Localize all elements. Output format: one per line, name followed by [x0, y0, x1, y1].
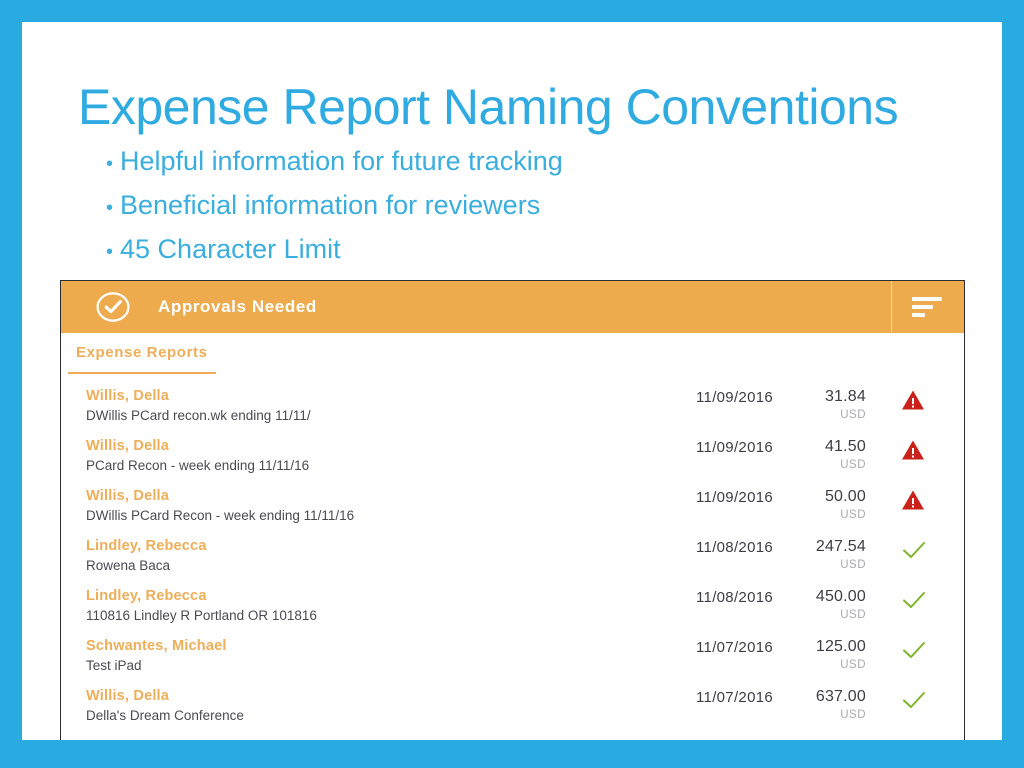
bullet-item-1: • Helpful information for future trackin…: [106, 148, 926, 175]
bullet-text-2: Beneficial information for reviewers: [120, 190, 541, 220]
row-currency: USD: [840, 659, 866, 671]
approvals-app-screenshot: Approvals Needed Expense Reports Willis,…: [60, 280, 965, 740]
row-amount: 41.50: [824, 438, 866, 455]
bullet-item-2: • Beneficial information for reviewers: [106, 192, 926, 219]
slide-content-area: Expense Report Naming Conventions • Help…: [22, 22, 1002, 740]
row-status-badge: [901, 439, 935, 469]
tab-expense-reports[interactable]: Expense Reports: [68, 344, 216, 374]
row-currency: USD: [840, 459, 866, 471]
tab-strip: Expense Reports: [61, 333, 964, 381]
row-amount: 31.84: [824, 388, 866, 405]
bullet-item-3: • 45 Character Limit: [106, 236, 926, 263]
bullet-marker-icon: •: [106, 197, 114, 219]
table-row[interactable]: Willis, Della DWillis PCard Recon - week…: [61, 483, 964, 533]
row-amount: 50.00: [824, 488, 866, 505]
row-currency: USD: [840, 409, 866, 421]
filter-lines-icon[interactable]: [912, 297, 946, 317]
header-divider: [890, 281, 892, 333]
warning-triangle-icon: [902, 440, 924, 460]
bullet-text-3: 45 Character Limit: [120, 234, 341, 264]
row-amount: 450.00: [815, 588, 866, 605]
check-mark-icon: [903, 542, 925, 558]
row-status-badge: [901, 639, 935, 669]
bullet-list: • Helpful information for future trackin…: [106, 148, 926, 280]
table-row[interactable]: Schwantes, Michael Test iPad 11/07/2016 …: [61, 633, 964, 683]
table-row[interactable]: Lindley, Rebecca Rowena Baca 11/08/2016 …: [61, 533, 964, 583]
row-currency: USD: [840, 509, 866, 521]
row-status-badge: [901, 389, 935, 419]
expense-report-list: Willis, Della DWillis PCard recon.wk end…: [61, 381, 964, 733]
row-amount: 125.00: [815, 638, 866, 655]
filter-line-1: [912, 297, 942, 301]
app-header-title: Approvals Needed: [158, 297, 317, 316]
check-circle-icon: [96, 292, 130, 322]
row-status-badge: [901, 539, 935, 569]
filter-line-3: [912, 313, 925, 317]
row-status-badge: [901, 489, 935, 519]
bullet-marker-icon: •: [106, 153, 114, 175]
bullet-text-1: Helpful information for future tracking: [120, 146, 563, 176]
check-mark-icon: [903, 692, 925, 708]
row-status-badge: [901, 689, 935, 719]
presentation-slide: Expense Report Naming Conventions • Help…: [0, 0, 1024, 768]
row-status-badge: [901, 589, 935, 619]
table-row[interactable]: Willis, Della PCard Recon - week ending …: [61, 433, 964, 483]
row-currency: USD: [840, 609, 866, 621]
warning-triangle-icon: [902, 490, 924, 510]
table-row[interactable]: Lindley, Rebecca 110816 Lindley R Portla…: [61, 583, 964, 633]
check-mark-icon: [903, 592, 925, 608]
check-mark-icon: [903, 642, 925, 658]
table-row[interactable]: Willis, Della Della's Dream Conference 1…: [61, 683, 964, 733]
row-amount: 247.54: [815, 538, 866, 555]
table-row[interactable]: Willis, Della DWillis PCard recon.wk end…: [61, 383, 964, 433]
row-currency: USD: [840, 559, 866, 571]
row-amount: 637.00: [815, 688, 866, 705]
app-header-bar: Approvals Needed: [61, 281, 964, 333]
warning-triangle-icon: [902, 390, 924, 410]
filter-line-2: [912, 305, 933, 309]
bullet-marker-icon: •: [106, 241, 114, 263]
page-title: Expense Report Naming Conventions: [78, 79, 899, 135]
row-currency: USD: [840, 709, 866, 721]
